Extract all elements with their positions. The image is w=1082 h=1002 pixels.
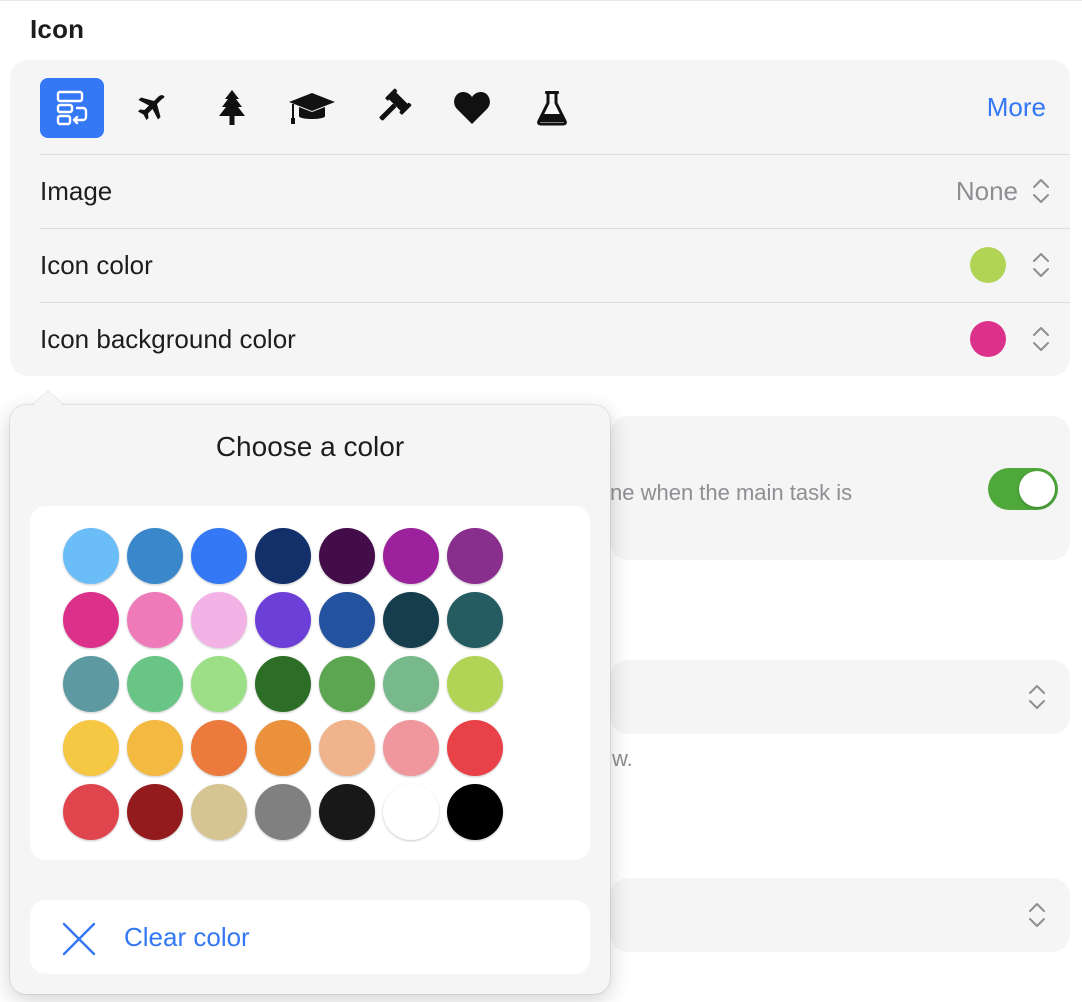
graduation-cap-icon[interactable] [280,78,344,138]
background-partial-text: ne when the main task is [610,480,853,505]
background-select-card[interactable] [610,660,1070,734]
color-swatch[interactable] [63,784,119,840]
color-swatch[interactable] [191,656,247,712]
background-toggle-card: ne when the main task is [610,416,1070,560]
top-divider [0,0,1082,1]
color-swatch[interactable] [447,592,503,648]
icon-background-color-row[interactable]: Icon background color [40,302,1070,376]
icon-background-color-stepper-icon[interactable] [1030,323,1052,355]
color-swatch[interactable] [127,656,183,712]
gavel-icon[interactable] [360,78,424,138]
image-row[interactable]: Image None [40,154,1070,228]
color-swatch[interactable] [447,656,503,712]
color-swatch[interactable] [191,720,247,776]
icon-color-row-label: Icon color [40,250,153,280]
color-swatch[interactable] [447,528,503,584]
color-swatch[interactable] [255,528,311,584]
color-swatch[interactable] [191,528,247,584]
color-swatch[interactable] [63,528,119,584]
color-swatch[interactable] [255,720,311,776]
color-picker-title: Choose a color [215,431,405,462]
image-stepper-icon[interactable] [1030,175,1052,207]
popover-arrow [32,391,64,406]
color-swatch[interactable] [127,528,183,584]
icon-color-swatch [970,247,1006,283]
color-swatch[interactable] [63,720,119,776]
icon-background-color-swatch [970,321,1006,357]
close-icon [62,922,96,956]
heart-icon[interactable] [440,78,504,138]
color-swatch[interactable] [319,784,375,840]
swatch-panel [30,506,590,860]
image-row-label: Image [40,176,113,206]
section-title: Icon [30,14,85,44]
color-swatch[interactable] [255,592,311,648]
color-swatch[interactable] [383,656,439,712]
color-swatch[interactable] [447,720,503,776]
flask-icon[interactable] [520,78,584,138]
color-swatch[interactable] [319,720,375,776]
icon-color-stepper-icon[interactable] [1030,249,1052,281]
icon-settings-card: More Image None Icon color Icon backgrou… [10,60,1070,376]
icon-background-color-row-label: Icon background color [40,324,296,354]
color-swatch[interactable] [63,656,119,712]
swatch-grid [63,528,513,840]
background-partial-note: w. [612,746,633,771]
color-swatch[interactable] [191,592,247,648]
tree-icon[interactable] [200,78,264,138]
color-swatch[interactable] [447,784,503,840]
color-swatch[interactable] [319,656,375,712]
color-swatch[interactable] [127,784,183,840]
background-toggle[interactable] [988,468,1058,510]
clear-color-label: Clear color [124,922,250,952]
icon-picker-row: More [40,78,1046,138]
color-picker-popover: Choose a color Clear color [10,391,610,994]
color-swatch[interactable] [383,720,439,776]
icon-color-row[interactable]: Icon color [40,228,1070,302]
clear-color-button[interactable]: Clear color [30,900,590,974]
color-swatch[interactable] [191,784,247,840]
background-stepper-icon[interactable] [1026,681,1048,713]
color-swatch[interactable] [63,592,119,648]
color-swatch[interactable] [383,528,439,584]
background-stepper-icon-2[interactable] [1026,899,1048,931]
color-swatch[interactable] [255,784,311,840]
color-swatch[interactable] [319,528,375,584]
background-select-card-2[interactable] [610,878,1070,952]
image-row-value: None [955,175,1018,206]
toggle-knob [1019,471,1055,507]
color-swatch[interactable] [383,592,439,648]
airplane-icon[interactable] [120,78,184,138]
color-swatch[interactable] [319,592,375,648]
color-swatch[interactable] [383,784,439,840]
flow-icon[interactable] [40,78,104,138]
more-icons-link[interactable]: More [987,92,1046,123]
color-swatch[interactable] [127,592,183,648]
color-swatch[interactable] [255,656,311,712]
color-swatch[interactable] [127,720,183,776]
